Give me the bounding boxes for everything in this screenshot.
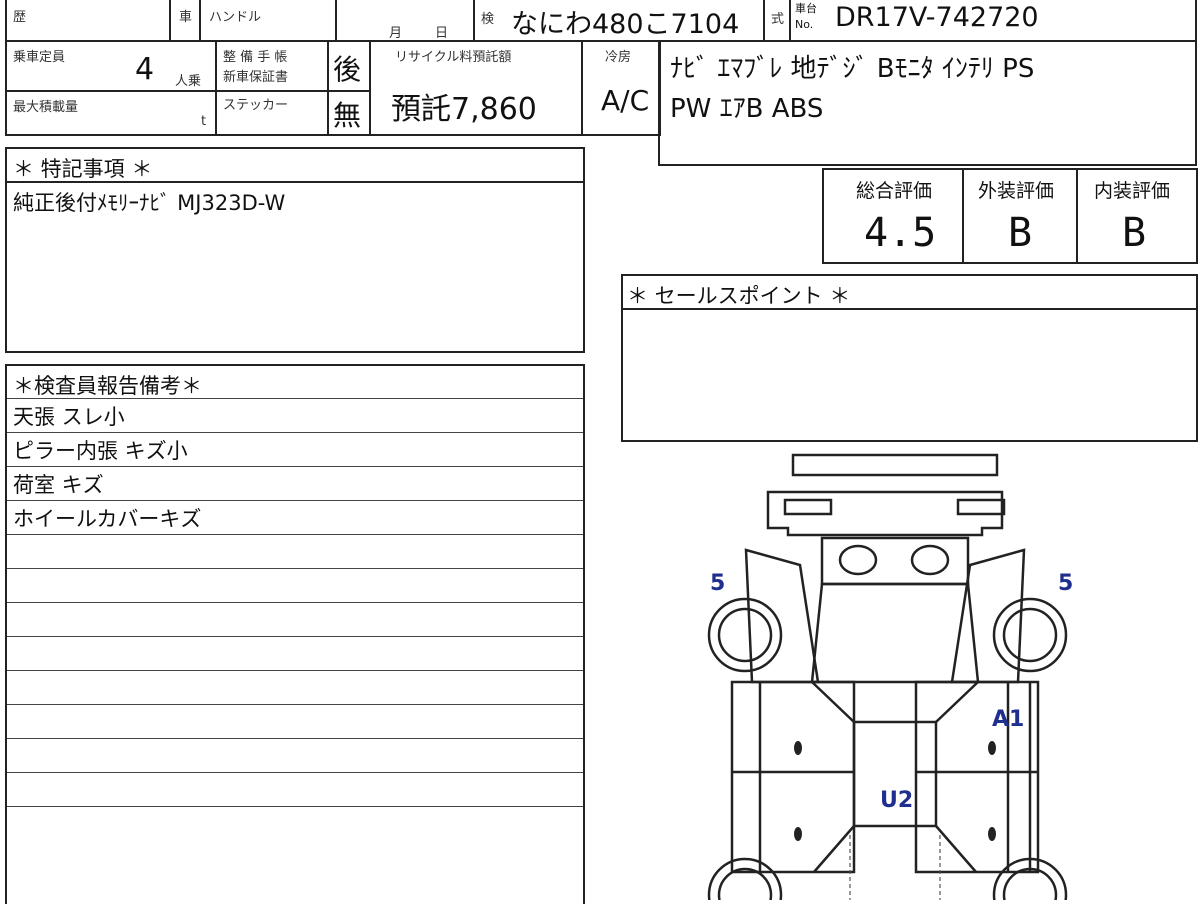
- handle-cell: ハンドル: [201, 0, 337, 40]
- maintenance-divider: [217, 90, 327, 92]
- left-mirror-shape: [838, 544, 878, 576]
- max-load-label: 最大積載量: [13, 100, 79, 115]
- exterior-rating-value: B: [1008, 210, 1033, 256]
- chassis-cell: 車台 No. DR17V-742720: [791, 0, 1191, 40]
- right-mirror-shape: [910, 544, 950, 576]
- maintenance-value-divider: [329, 90, 369, 92]
- type-cell: 式: [765, 0, 791, 40]
- ratings-box: 総合評価 4.5 外装評価 B 内装評価 B: [822, 168, 1198, 264]
- interior-rating-value: B: [1122, 210, 1147, 256]
- inspector-report-box: ＊検査員報告備考＊ 天張 スレ小ピラー内張 キズ小 荷室 キズホイールカバーキズ: [5, 364, 585, 904]
- sales-point-title: ＊ セールスポイント ＊: [627, 284, 851, 308]
- special-notes-box: ＊ 特記事項 ＊ 純正後付ﾒﾓﾘｰﾅﾋﾞ MJ323D-W: [5, 147, 585, 353]
- report-row-divider: [7, 806, 583, 807]
- report-row-divider: [7, 432, 583, 433]
- special-notes-divider: [7, 181, 583, 183]
- roof-bar: [791, 453, 999, 477]
- cooler-cell: 冷房 A/C: [583, 42, 659, 134]
- date-cell: 月 日: [337, 0, 475, 41]
- capacity-unit: 人乗: [175, 74, 202, 89]
- max-load-unit: t: [201, 114, 207, 129]
- recycle-label: リサイクル料預託額: [395, 50, 512, 65]
- overall-rating-cell: 総合評価 4.5: [824, 170, 964, 262]
- car-cell: 車: [171, 0, 201, 40]
- inspection-label: 検: [481, 12, 495, 27]
- report-row-divider: [7, 636, 583, 637]
- month-label: 月: [389, 26, 403, 41]
- license-plate: なにわ480こ7104: [511, 9, 740, 40]
- report-row-divider: [7, 602, 583, 603]
- report-row-divider: [7, 568, 583, 569]
- report-row: 荷室 キズ: [13, 473, 104, 497]
- report-row-divider: [7, 772, 583, 773]
- capacity-label: 乗車定員: [13, 50, 66, 65]
- car-damage-diagram: 5 5 A1 U2: [707, 453, 1073, 900]
- hood: [820, 536, 970, 586]
- sticker-label: ステッカー: [223, 98, 289, 113]
- report-row-divider: [7, 670, 583, 671]
- left-tire-mark: 5: [710, 571, 725, 596]
- interior-rating-cell: 内装評価 B: [1078, 170, 1196, 262]
- capacity-divider: [7, 90, 215, 92]
- capacity-value: 4: [135, 52, 155, 87]
- sales-point-divider: [623, 308, 1196, 310]
- history-label: 歴: [13, 10, 27, 25]
- sticker-value: 無: [333, 99, 362, 132]
- right-tire-mark: 5: [1058, 571, 1073, 596]
- report-row-divider: [7, 500, 583, 501]
- inspection-cell: 検 なにわ480こ7104: [475, 0, 765, 40]
- report-row-divider: [7, 534, 583, 535]
- report-row-divider: [7, 704, 583, 705]
- report-row-divider: [7, 466, 583, 467]
- recycle-cell: リサイクル料預託額 預託7,860: [371, 42, 583, 134]
- chassis-label-top: 車台: [795, 2, 817, 15]
- car-label: 車: [179, 10, 193, 25]
- right-panel-mark: A1: [992, 707, 1024, 732]
- special-notes-text: 純正後付ﾒﾓﾘｰﾅﾋﾞ MJ323D-W: [13, 191, 286, 215]
- exterior-rating-label: 外装評価: [978, 180, 1055, 202]
- cooler-label: 冷房: [605, 50, 632, 65]
- maintenance-value-cell: 後 無: [329, 42, 371, 134]
- capacity-cell: 乗車定員 4 人乗 最大積載量 t: [7, 42, 217, 134]
- handle-label: ハンドル: [209, 10, 262, 25]
- report-row: ピラー内張 キズ小: [13, 439, 188, 463]
- chassis-number: DR17V-742720: [835, 2, 1039, 33]
- type-label: 式: [771, 12, 785, 27]
- overall-rating-label: 総合評価: [856, 180, 933, 202]
- chassis-label-bottom: No.: [795, 18, 814, 31]
- left-side-panel: [730, 680, 856, 874]
- report-row: 天張 スレ小: [13, 405, 125, 429]
- equipment-line-2: PW ｴｱB ABS: [670, 94, 824, 124]
- specs-row: 乗車定員 4 人乗 最大積載量 t 整 備 手 帳 新車保証書 ステッカー 後 …: [5, 40, 661, 136]
- sales-point-box: ＊ セールスポイント ＊: [621, 274, 1198, 442]
- header-row: 歴 車 ハンドル 月 日 検 なにわ480こ7104 式 車台 No. DR17…: [5, 0, 1197, 42]
- maintenance-value: 後: [333, 53, 362, 86]
- report-row-divider: [7, 738, 583, 739]
- overall-rating-value: 4.5: [864, 210, 937, 256]
- left-front-fender: [744, 548, 820, 684]
- right-headlight: [956, 498, 1006, 516]
- recycle-value: 預託7,860: [391, 92, 537, 127]
- report-row-divider: [7, 398, 583, 399]
- equipment-box: ﾅﾋﾞ ｴﾏﾌﾞﾚ 地ﾃﾞｼﾞ Bﾓﾆﾀ ｲﾝﾃﾘ PS PW ｴｱB ABS: [658, 40, 1197, 166]
- interior-rating-label: 内装評価: [1094, 180, 1171, 202]
- day-label: 日: [435, 26, 449, 41]
- maintenance-label-1: 整 備 手 帳: [223, 50, 288, 65]
- maintenance-label-2: 新車保証書: [223, 70, 289, 85]
- left-headlight: [783, 498, 833, 516]
- special-notes-title: ＊ 特記事項 ＊: [13, 157, 153, 181]
- cooler-value: A/C: [601, 84, 650, 117]
- maintenance-cell: 整 備 手 帳 新車保証書 ステッカー: [217, 42, 329, 134]
- inspector-report-title: ＊検査員報告備考＊: [13, 374, 202, 398]
- history-cell: 歴: [7, 0, 171, 40]
- center-mark: U2: [880, 788, 913, 813]
- equipment-line-1: ﾅﾋﾞ ｴﾏﾌﾞﾚ 地ﾃﾞｼﾞ Bﾓﾆﾀ ｲﾝﾃﾘ PS: [670, 54, 1035, 84]
- exterior-rating-cell: 外装評価 B: [964, 170, 1078, 262]
- report-row: ホイールカバーキズ: [13, 507, 202, 531]
